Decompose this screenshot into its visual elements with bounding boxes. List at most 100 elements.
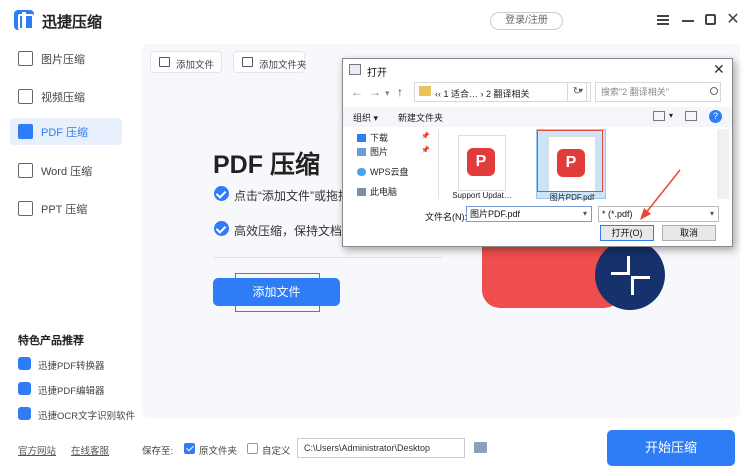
pin-icon[interactable]: 📌 [421,146,430,154]
page-title: PDF 压缩 [213,151,320,179]
pictures-icon [357,148,366,156]
computer-icon [357,188,366,196]
tree-item-label: 此电脑 [370,187,398,197]
start-compress-button[interactable]: 开始压缩 [607,430,735,466]
ppt-icon [18,201,33,216]
add-file-toolbar-label: 添加文件 [176,60,215,71]
custom-checkbox[interactable] [247,443,258,454]
title-bar: 迅捷压缩 登录/注册 ✕ [0,0,750,40]
folder-icon [242,57,253,67]
app-logo-icon [14,10,34,30]
open-button[interactable]: 打开(O) [600,225,654,241]
sidebar: 图片压缩 视频压缩 PDF 压缩 Word 压缩 PPT 压缩 特色产品推荐 迅… [0,40,135,475]
sidebar-item-image[interactable]: 图片压缩 [10,45,122,72]
close-icon[interactable]: ✕ [725,12,741,28]
sidebar-item-pdf[interactable]: PDF 压缩 [10,118,122,145]
sidebar-item-ppt[interactable]: PPT 压缩 [10,195,122,222]
search-input[interactable]: 搜索"2 翻译相关" [595,82,721,102]
wps-pdf-icon: P [467,148,495,176]
dialog-toolbar: 组织 ▾ 新建文件夹 ▾ ? [343,107,732,127]
file-item[interactable]: P Support Updat… [447,129,517,200]
file-icon [159,57,170,67]
file-name: 图片PDF.pdf [549,193,595,202]
sidebar-item-label: PPT 压缩 [41,204,88,216]
new-folder-button[interactable]: 新建文件夹 [398,111,443,124]
view-options-icon[interactable] [653,111,665,121]
sidebar-item-label: PDF 压缩 [41,127,89,139]
add-folder-toolbar-button[interactable]: 添加文件夹 [233,51,307,73]
dialog-title-bar: 打开 ✕ [343,59,732,81]
view-dropdown-icon[interactable]: ▾ [669,111,673,120]
up-arrow-icon[interactable]: ↑ [397,85,403,99]
filename-input[interactable]: 图片PDF.pdf ▾ [466,206,592,222]
pin-icon[interactable]: 📌 [421,132,430,140]
tree-item-this-pc[interactable]: 此电脑 [357,185,397,198]
sidebar-item-video[interactable]: 视频压缩 [10,83,122,110]
featured-item-label: 迅捷PDF转换器 [38,361,105,372]
organize-menu[interactable]: 组织 ▾ [353,111,378,124]
compress-icon [595,240,665,310]
cancel-button[interactable]: 取消 [662,225,716,241]
address-bar[interactable]: ‹‹ 1 适合… › 2 翻译相关 ▾ [414,82,591,102]
featured-item-label: 迅捷PDF编辑器 [38,386,105,397]
pdf-converter-icon [18,357,31,370]
maximize-icon[interactable] [703,12,719,28]
dialog-close-icon[interactable]: ✕ [713,61,725,78]
word-icon [18,163,33,178]
tree-item-pictures[interactable]: 图片 [357,145,388,158]
filename-value: 图片PDF.pdf [470,209,521,219]
featured-item-label: 迅捷OCR文字识别软件 [38,411,136,422]
feature-text-drag: 点击“添加文件”或拖拽 [234,189,350,203]
save-to-label: 保存至: [142,446,174,457]
add-file-toolbar-button[interactable]: 添加文件 [150,51,222,73]
help-icon[interactable]: ? [709,110,722,123]
original-folder-label: 原文件夹 [199,446,238,457]
app-title: 迅捷压缩 [42,14,103,31]
featured-title: 特色产品推荐 [18,335,84,347]
login-button[interactable]: 登录/注册 [490,12,563,30]
file-name: Support Updat… [452,191,512,200]
official-site-link[interactable]: 官方网站 [18,443,56,457]
filename-dropdown-icon[interactable]: ▾ [583,207,587,221]
forward-arrow-icon[interactable]: → [369,85,381,99]
pdf-icon [18,124,33,139]
minimize-icon[interactable] [680,12,696,28]
search-icon [710,87,718,95]
preview-pane-icon[interactable] [685,111,697,121]
ocr-icon [18,407,31,420]
online-service-link[interactable]: 在线客服 [71,443,109,457]
menu-icon[interactable] [655,12,671,28]
tree-item-label: 图片 [370,147,389,157]
save-path-input[interactable] [297,438,465,458]
cloud-icon [357,168,366,176]
original-folder-checkbox[interactable] [184,443,195,454]
sidebar-item-word[interactable]: Word 压缩 [10,157,122,184]
filetype-dropdown-icon: ▾ [709,209,714,218]
address-path: ‹‹ 1 适合… › 2 翻译相关 [435,89,530,99]
dialog-title: 打开 [367,68,387,79]
sidebar-item-label: 视频压缩 [41,92,85,104]
tree-item-wps-cloud[interactable]: WPS云盘 [357,165,409,178]
tree-item-downloads[interactable]: 下载 [357,131,388,144]
sidebar-item-label: Word 压缩 [41,166,93,178]
download-icon [357,134,366,142]
add-folder-toolbar-label: 添加文件夹 [259,60,307,71]
tree-item-label: WPS云盘 [370,167,409,177]
image-icon [18,51,33,66]
back-arrow-icon[interactable]: ← [351,85,363,99]
document-icon: P [458,135,506,191]
recent-dropdown-icon[interactable]: ▾ [385,88,390,99]
folder-icon [419,86,431,96]
video-icon [18,89,33,104]
navigation-tree: 下载 📌 图片 📌 WPS云盘 此电脑 [349,129,439,199]
dialog-app-icon [349,64,361,75]
filename-label: 文件名(N): [425,212,467,222]
filetype-select[interactable]: * (*.pdf) ▾ [598,206,719,222]
check-icon [214,221,229,236]
custom-label: 自定义 [262,446,291,457]
vertical-scrollbar[interactable] [717,129,729,199]
refresh-icon[interactable]: ↻ [567,82,587,102]
tree-item-label: 下载 [370,133,389,143]
folder-browse-icon[interactable] [474,442,487,453]
highlight-box [235,273,320,312]
